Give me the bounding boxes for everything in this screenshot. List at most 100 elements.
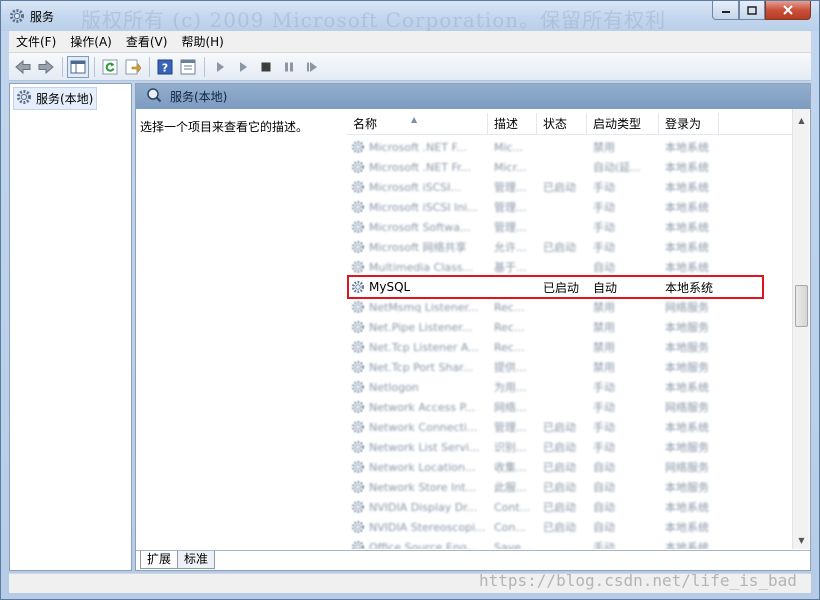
scroll-thumb[interactable] xyxy=(795,285,808,327)
service-row[interactable]: Network Access P... 网络... 手动 网络服务 xyxy=(347,397,795,417)
service-row[interactable]: Microsoft .NET Fr... Micr... 自动(延... 本地系统 xyxy=(347,157,795,177)
service-row[interactable]: Microsoft 网络共享 允许... 已启动 手动 本地系统 xyxy=(347,237,795,257)
service-gear-icon xyxy=(351,520,365,534)
service-startup-type: 自动 xyxy=(593,261,615,274)
service-name: Net.Tcp Listener A... xyxy=(369,340,479,354)
service-row[interactable]: Multimedia Class... 基于... 自动 本地系统 xyxy=(347,257,795,277)
pause-service-button[interactable] xyxy=(278,56,300,78)
scroll-up-icon[interactable]: ▲ xyxy=(793,112,810,129)
sort-ascending-icon: ▲ xyxy=(411,115,418,124)
show-hide-tree-button[interactable] xyxy=(67,55,89,78)
column-header-name[interactable]: ▲ 名称 xyxy=(347,113,488,135)
service-row[interactable]: NVIDIA Stereoscopi... Con... 已启动 自动 本地系统 xyxy=(347,517,795,537)
service-row[interactable]: Net.Tcp Listener A... Rec... 禁用 本地服务 xyxy=(347,337,795,357)
service-status: 已启动 xyxy=(543,241,576,254)
scroll-down-icon[interactable]: ▼ xyxy=(793,532,810,549)
toolbar-separator xyxy=(204,56,205,77)
close-button[interactable] xyxy=(765,1,811,20)
service-logon-as: 本地服务 xyxy=(665,341,709,354)
column-header-description[interactable]: 描述 xyxy=(488,113,537,135)
service-row[interactable]: NetMsmq Listener... Rec... 禁用 网络服务 xyxy=(347,297,795,317)
column-header-logon-as[interactable]: 登录为 xyxy=(659,113,719,135)
description-hint: 选择一个项目来查看它的描述。 xyxy=(140,120,309,134)
menu-help[interactable]: 帮助(H) xyxy=(174,31,230,53)
service-startup-type: 自动(延... xyxy=(593,161,641,174)
back-button[interactable] xyxy=(12,56,34,78)
restart-service-button[interactable] xyxy=(301,56,323,78)
console-tree-pane: 服务(本地) xyxy=(9,83,132,571)
blurred-rows-before: Microsoft .NET F... Mic... 禁用 本地系统 Microsoft… xyxy=(347,137,795,277)
service-description: Mic... xyxy=(494,140,524,154)
service-logon-as: 本地服务 xyxy=(665,481,709,494)
menu-bar: 文件(F) 操作(A) 查看(V) 帮助(H) xyxy=(9,31,811,53)
export-list-button[interactable] xyxy=(122,56,144,78)
services-list[interactable]: ▲ 名称 描述 状态 启动类型 登录为 Microsoft .NET F... M… xyxy=(347,109,810,549)
service-gear-icon xyxy=(351,240,365,254)
tab-standard[interactable]: 标准 xyxy=(177,551,216,569)
service-gear-icon xyxy=(351,340,365,354)
service-row[interactable]: Microsoft iSCSI Ini... 管理... 手动 本地系统 xyxy=(347,197,795,217)
refresh-button[interactable] xyxy=(99,56,121,78)
service-row[interactable]: Microsoft .NET F... Mic... 禁用 本地系统 xyxy=(347,137,795,157)
service-name: Multimedia Class... xyxy=(369,260,474,274)
service-startup-type: 手动 xyxy=(593,401,615,414)
service-row[interactable]: Netlogon 为用... 手动 本地系统 xyxy=(347,377,795,397)
service-gear-icon xyxy=(351,540,365,549)
service-row[interactable]: Net.Pipe Listener... Rec... 禁用 本地服务 xyxy=(347,317,795,337)
service-gear-icon xyxy=(351,420,365,434)
stop-service-button[interactable] xyxy=(255,56,277,78)
service-row-mysql[interactable]: MySQL 已启动 自动 本地系统 xyxy=(347,277,795,297)
service-name: Microsoft .NET Fr... xyxy=(369,160,471,174)
service-name: Microsoft iSCSI Ini... xyxy=(369,200,478,214)
service-name: NetMsmq Listener... xyxy=(369,300,479,314)
service-startup-type: 自动 xyxy=(593,521,615,534)
service-rows: Microsoft .NET F... Mic... 禁用 本地系统 Microsoft… xyxy=(347,137,795,549)
maximize-button[interactable] xyxy=(739,1,765,20)
menu-view[interactable]: 查看(V) xyxy=(119,31,175,53)
service-description: 管理... xyxy=(494,421,527,434)
column-header-status[interactable]: 状态 xyxy=(537,113,587,135)
restart-service-icon xyxy=(307,61,317,72)
service-gear-icon xyxy=(351,280,365,294)
service-row[interactable]: Net.Tcp Port Shar... 提供... 禁用 本地服务 xyxy=(347,357,795,377)
forward-button[interactable] xyxy=(35,56,57,78)
service-status: 已启动 xyxy=(543,181,576,194)
menu-action[interactable]: 操作(A) xyxy=(63,31,119,53)
column-header-startup-type[interactable]: 启动类型 xyxy=(587,113,659,135)
start-service-button[interactable] xyxy=(209,56,231,78)
tree-node-services-local[interactable]: 服务(本地) xyxy=(13,87,98,110)
service-row[interactable]: Microsoft iSCSI... 管理... 已启动 手动 本地系统 xyxy=(347,177,795,197)
service-row[interactable]: Network Location... 收集... 已启动 自动 网络服务 xyxy=(347,457,795,477)
title-bar[interactable]: 服务 版权所有 (c) 2009 Microsoft Corporation。保… xyxy=(1,1,819,32)
start-service-alt-button[interactable] xyxy=(232,56,254,78)
help-button[interactable]: ? xyxy=(154,56,176,78)
service-gear-icon xyxy=(351,320,365,334)
service-startup-type: 手动 xyxy=(593,241,615,254)
service-description: 管理... xyxy=(494,181,527,194)
column-headers: ▲ 名称 描述 状态 启动类型 登录为 xyxy=(347,113,795,135)
service-row[interactable]: Microsoft Softwa... 管理... 手动 本地系统 xyxy=(347,217,795,237)
vertical-scrollbar[interactable]: ▲ ▼ xyxy=(792,109,809,549)
service-logon-as: 本地系统 xyxy=(665,161,709,174)
minimize-button[interactable] xyxy=(712,1,739,20)
service-row[interactable]: Network Connecti... 管理... 已启动 手动 本地系统 xyxy=(347,417,795,437)
service-description: 基于... xyxy=(494,261,527,274)
properties-button[interactable] xyxy=(177,56,199,78)
service-row[interactable]: Network List Servi... 识别... 已启动 手动 本地服务 xyxy=(347,437,795,457)
service-status: 已启动 xyxy=(543,280,580,295)
service-name: NVIDIA Stereoscopi... xyxy=(369,520,486,534)
service-logon-as: 本地服务 xyxy=(665,441,709,454)
service-logon-as: 本地系统 xyxy=(665,261,709,274)
service-status: 已启动 xyxy=(543,501,576,514)
service-status: 已启动 xyxy=(543,461,576,474)
service-row[interactable]: Network Store Int... 此服... 已启动 自动 本地服务 xyxy=(347,477,795,497)
menu-file[interactable]: 文件(F) xyxy=(9,31,63,53)
service-row[interactable]: Office Source Eng... Save... 手动 本地系统 xyxy=(347,537,795,549)
tab-extended[interactable]: 扩展 xyxy=(140,551,179,569)
service-row[interactable]: NVIDIA Display Dr... Cont... 已启动 自动 本地系统 xyxy=(347,497,795,517)
service-name: Microsoft 网络共享 xyxy=(369,241,467,254)
service-startup-type: 禁用 xyxy=(593,301,615,314)
service-name: Net.Tcp Port Shar... xyxy=(369,360,474,374)
service-gear-icon xyxy=(351,260,365,274)
service-name: Office Source Eng... xyxy=(369,540,478,550)
